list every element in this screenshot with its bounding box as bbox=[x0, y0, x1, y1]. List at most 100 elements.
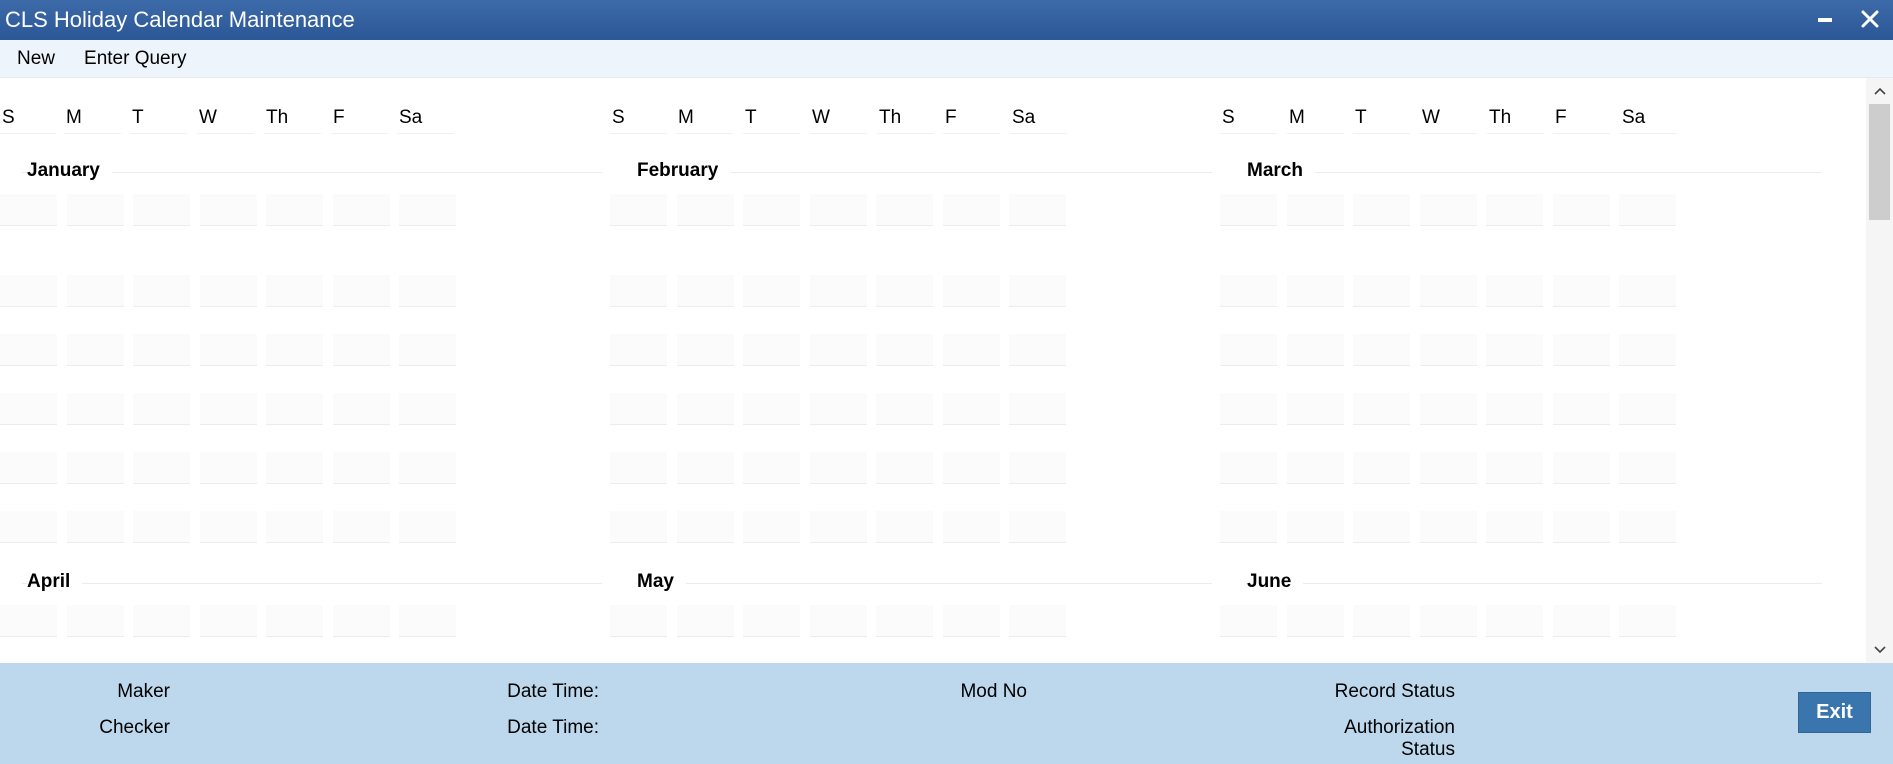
day-cell[interactable] bbox=[266, 194, 323, 226]
day-cell[interactable] bbox=[266, 511, 323, 543]
day-cell[interactable] bbox=[133, 605, 190, 637]
scrollbar-thumb[interactable] bbox=[1869, 104, 1890, 220]
day-cell[interactable] bbox=[610, 511, 667, 543]
day-cell[interactable] bbox=[399, 194, 456, 226]
day-cell[interactable] bbox=[1287, 605, 1344, 637]
day-cell[interactable] bbox=[1486, 511, 1543, 543]
day-cell[interactable] bbox=[876, 393, 933, 425]
day-cell[interactable] bbox=[67, 452, 124, 484]
close-button[interactable] bbox=[1855, 4, 1885, 34]
day-cell[interactable] bbox=[1553, 194, 1610, 226]
day-cell[interactable] bbox=[610, 393, 667, 425]
day-cell[interactable] bbox=[1353, 334, 1410, 366]
day-cell[interactable] bbox=[1287, 452, 1344, 484]
day-cell[interactable] bbox=[743, 452, 800, 484]
day-cell[interactable] bbox=[1287, 334, 1344, 366]
day-cell[interactable] bbox=[1486, 275, 1543, 307]
day-cell[interactable] bbox=[1619, 393, 1676, 425]
day-cell[interactable] bbox=[1287, 194, 1344, 226]
day-cell[interactable] bbox=[677, 393, 734, 425]
day-cell[interactable] bbox=[1553, 275, 1610, 307]
day-cell[interactable] bbox=[1619, 334, 1676, 366]
day-cell[interactable] bbox=[677, 194, 734, 226]
day-cell[interactable] bbox=[1287, 393, 1344, 425]
day-cell[interactable] bbox=[1220, 393, 1277, 425]
day-cell[interactable] bbox=[610, 452, 667, 484]
day-cell[interactable] bbox=[333, 275, 390, 307]
day-cell[interactable] bbox=[399, 605, 456, 637]
day-cell[interactable] bbox=[133, 275, 190, 307]
day-cell[interactable] bbox=[0, 605, 57, 637]
day-cell[interactable] bbox=[1619, 605, 1676, 637]
day-cell[interactable] bbox=[1009, 275, 1066, 307]
day-cell[interactable] bbox=[1220, 452, 1277, 484]
day-cell[interactable] bbox=[743, 511, 800, 543]
day-cell[interactable] bbox=[200, 452, 257, 484]
day-cell[interactable] bbox=[200, 275, 257, 307]
day-cell[interactable] bbox=[266, 275, 323, 307]
day-cell[interactable] bbox=[876, 275, 933, 307]
day-cell[interactable] bbox=[1220, 275, 1277, 307]
day-cell[interactable] bbox=[133, 452, 190, 484]
day-cell[interactable] bbox=[743, 194, 800, 226]
day-cell[interactable] bbox=[1553, 452, 1610, 484]
day-cell[interactable] bbox=[399, 452, 456, 484]
exit-button[interactable]: Exit bbox=[1798, 692, 1871, 733]
day-cell[interactable] bbox=[1420, 605, 1477, 637]
day-cell[interactable] bbox=[677, 511, 734, 543]
day-cell[interactable] bbox=[1619, 194, 1676, 226]
day-cell[interactable] bbox=[133, 511, 190, 543]
day-cell[interactable] bbox=[399, 334, 456, 366]
day-cell[interactable] bbox=[810, 605, 867, 637]
day-cell[interactable] bbox=[133, 194, 190, 226]
day-cell[interactable] bbox=[743, 393, 800, 425]
day-cell[interactable] bbox=[266, 334, 323, 366]
day-cell[interactable] bbox=[810, 452, 867, 484]
day-cell[interactable] bbox=[0, 194, 57, 226]
scroll-up-button[interactable] bbox=[1866, 78, 1893, 104]
day-cell[interactable] bbox=[333, 393, 390, 425]
day-cell[interactable] bbox=[876, 452, 933, 484]
day-cell[interactable] bbox=[266, 393, 323, 425]
day-cell[interactable] bbox=[1220, 511, 1277, 543]
vertical-scrollbar[interactable] bbox=[1866, 78, 1893, 663]
day-cell[interactable] bbox=[610, 275, 667, 307]
day-cell[interactable] bbox=[1486, 194, 1543, 226]
day-cell[interactable] bbox=[0, 393, 57, 425]
day-cell[interactable] bbox=[610, 605, 667, 637]
day-cell[interactable] bbox=[876, 194, 933, 226]
day-cell[interactable] bbox=[200, 334, 257, 366]
day-cell[interactable] bbox=[200, 393, 257, 425]
day-cell[interactable] bbox=[1220, 334, 1277, 366]
day-cell[interactable] bbox=[0, 275, 57, 307]
day-cell[interactable] bbox=[1420, 452, 1477, 484]
day-cell[interactable] bbox=[1353, 452, 1410, 484]
day-cell[interactable] bbox=[677, 452, 734, 484]
day-cell[interactable] bbox=[266, 452, 323, 484]
day-cell[interactable] bbox=[1009, 605, 1066, 637]
day-cell[interactable] bbox=[67, 393, 124, 425]
day-cell[interactable] bbox=[1353, 275, 1410, 307]
day-cell[interactable] bbox=[943, 194, 1000, 226]
day-cell[interactable] bbox=[810, 275, 867, 307]
day-cell[interactable] bbox=[1420, 194, 1477, 226]
day-cell[interactable] bbox=[1553, 393, 1610, 425]
day-cell[interactable] bbox=[0, 334, 57, 366]
day-cell[interactable] bbox=[610, 194, 667, 226]
day-cell[interactable] bbox=[67, 605, 124, 637]
day-cell[interactable] bbox=[1553, 605, 1610, 637]
day-cell[interactable] bbox=[1420, 393, 1477, 425]
day-cell[interactable] bbox=[133, 393, 190, 425]
day-cell[interactable] bbox=[333, 511, 390, 543]
day-cell[interactable] bbox=[1486, 605, 1543, 637]
day-cell[interactable] bbox=[1009, 334, 1066, 366]
day-cell[interactable] bbox=[943, 511, 1000, 543]
day-cell[interactable] bbox=[67, 334, 124, 366]
day-cell[interactable] bbox=[1009, 194, 1066, 226]
day-cell[interactable] bbox=[67, 511, 124, 543]
day-cell[interactable] bbox=[1486, 452, 1543, 484]
day-cell[interactable] bbox=[1553, 334, 1610, 366]
day-cell[interactable] bbox=[1486, 393, 1543, 425]
day-cell[interactable] bbox=[200, 605, 257, 637]
day-cell[interactable] bbox=[1353, 194, 1410, 226]
